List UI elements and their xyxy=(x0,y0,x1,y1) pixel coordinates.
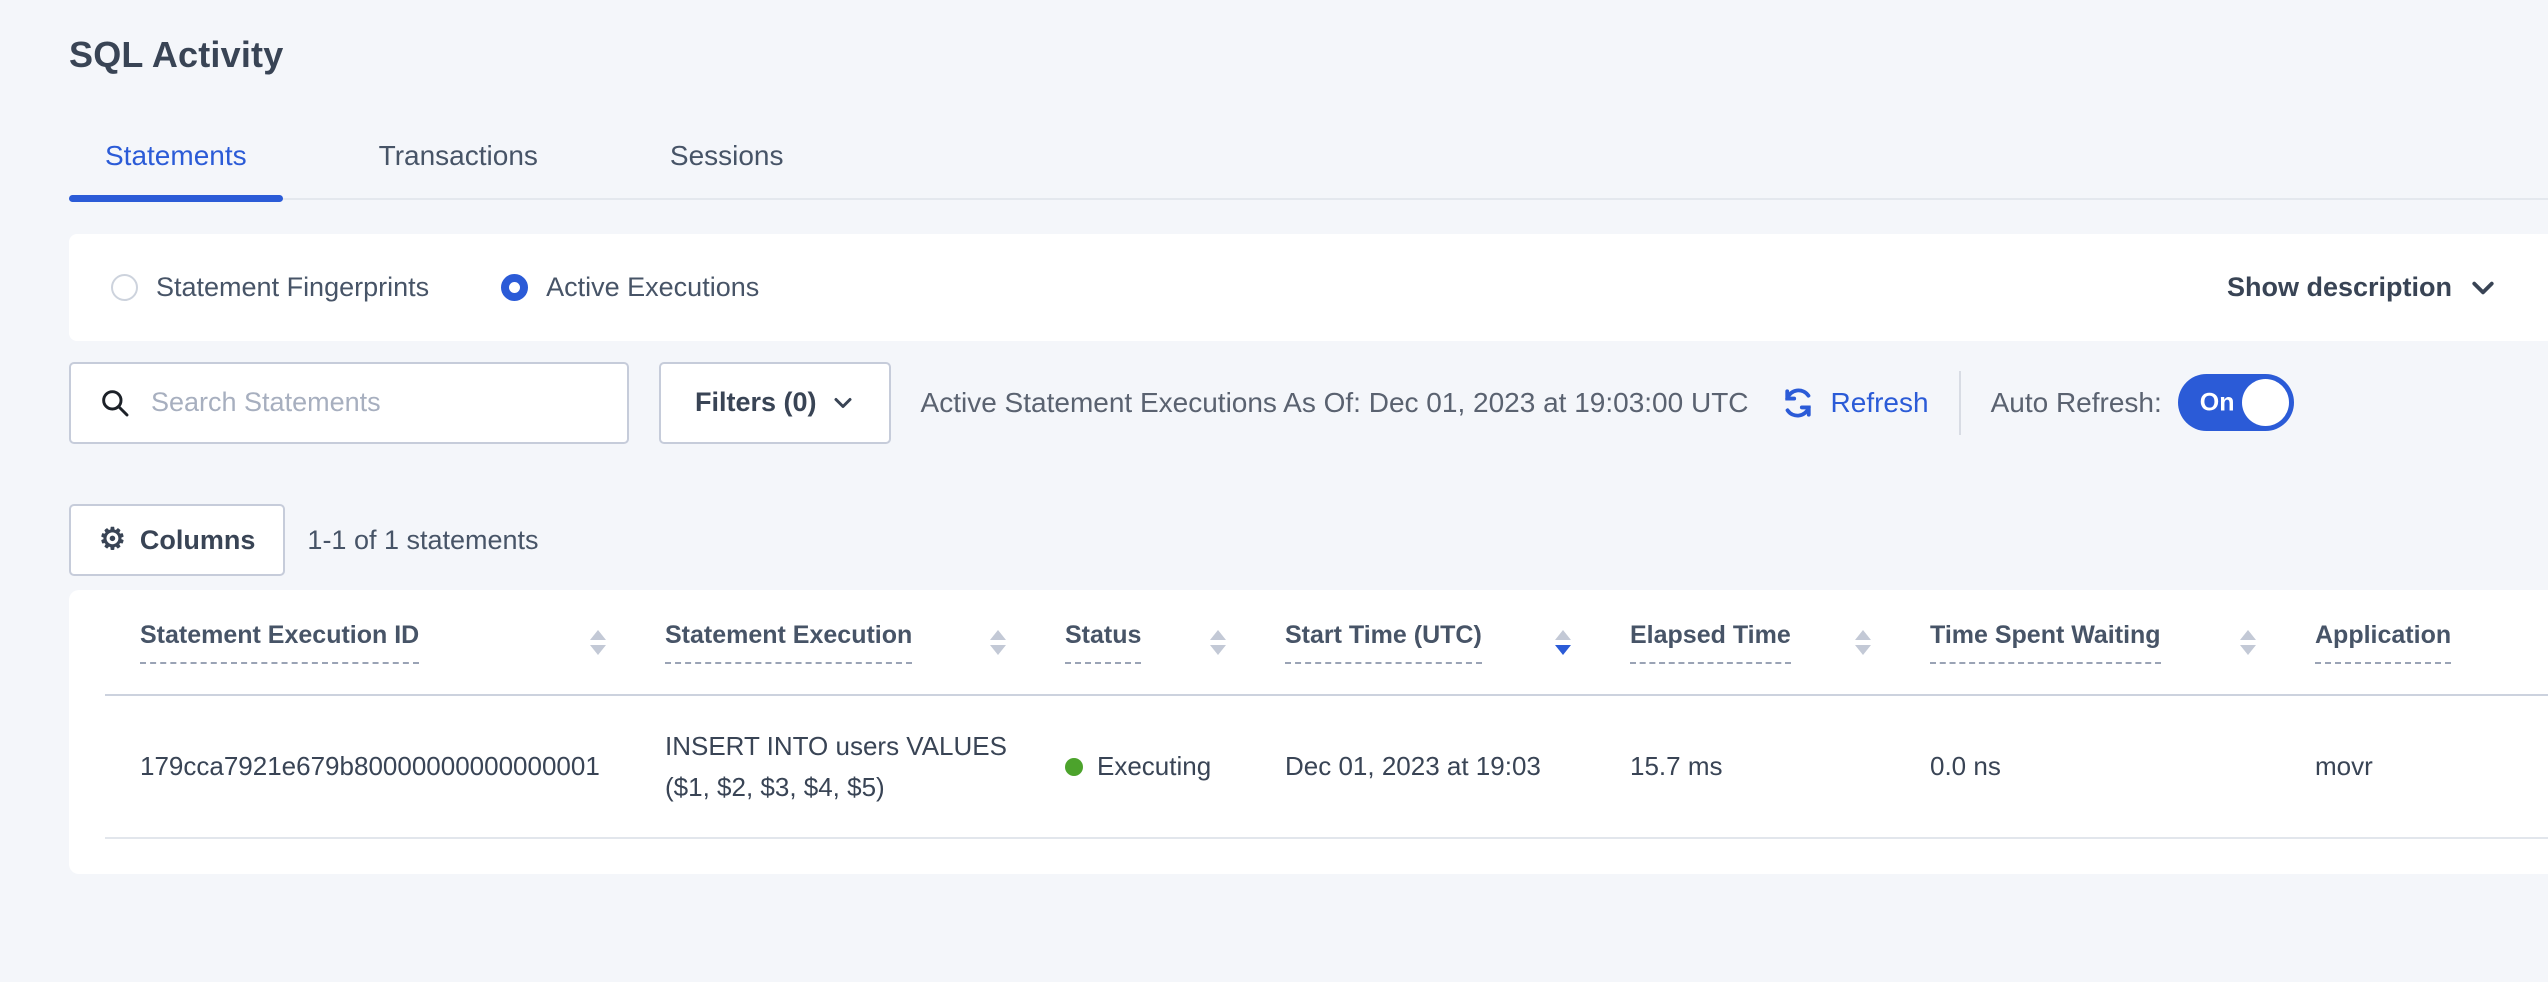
vertical-divider xyxy=(1959,371,1961,435)
show-description-label: Show description xyxy=(2227,272,2452,303)
sort-icon[interactable] xyxy=(1855,630,1871,655)
filters-label: Filters (0) xyxy=(695,387,817,418)
radio-label: Statement Fingerprints xyxy=(156,272,429,303)
table-header-row: Statement Execution ID Statement Executi… xyxy=(105,590,2548,696)
status-label: Executing xyxy=(1097,751,1211,782)
cell-start-time: Dec 01, 2023 at 19:03 xyxy=(1250,751,1595,782)
toggle-state-label: On xyxy=(2200,388,2235,417)
filters-button[interactable]: Filters (0) xyxy=(659,362,891,444)
sort-icon[interactable] xyxy=(2240,630,2256,655)
header-status[interactable]: Status xyxy=(1030,621,1250,664)
search-input[interactable] xyxy=(151,387,607,418)
refresh-icon xyxy=(1779,384,1817,422)
cell-application: movr xyxy=(2280,751,2548,782)
auto-refresh-label: Auto Refresh: xyxy=(1991,387,2162,419)
controls-row: Filters (0) Active Statement Executions … xyxy=(69,361,2548,444)
statements-table: Statement Execution ID Statement Executi… xyxy=(69,590,2548,874)
sort-icon-active-desc[interactable] xyxy=(1555,630,1571,655)
radio-statement-fingerprints[interactable]: Statement Fingerprints xyxy=(111,272,429,303)
tab-statements[interactable]: Statements xyxy=(69,140,283,198)
cell-status: Executing xyxy=(1030,751,1250,782)
search-box[interactable] xyxy=(69,362,629,444)
page-title: SQL Activity xyxy=(69,34,2548,76)
sort-icon[interactable] xyxy=(590,630,606,655)
tab-transactions[interactable]: Transactions xyxy=(343,140,574,198)
toggle-knob[interactable] xyxy=(2242,379,2289,426)
sort-icon[interactable] xyxy=(990,630,1006,655)
results-count: 1-1 of 1 statements xyxy=(307,525,538,556)
header-start-time[interactable]: Start Time (UTC) xyxy=(1250,621,1595,664)
header-statement-execution-id[interactable]: Statement Execution ID xyxy=(105,621,630,664)
cell-statement[interactable]: INSERT INTO users VALUES ($1, $2, $3, $4… xyxy=(630,726,1030,807)
header-application[interactable]: Application xyxy=(2280,621,2548,664)
sort-icon[interactable] xyxy=(1210,630,1226,655)
cell-time-spent-waiting: 0.0 ns xyxy=(1895,751,2280,782)
status-executing-dot-icon xyxy=(1065,758,1083,776)
header-statement-execution[interactable]: Statement Execution xyxy=(630,621,1030,664)
radio-unselected-icon[interactable] xyxy=(111,274,138,301)
sql-activity-page: SQL Activity Statements Transactions Ses… xyxy=(0,0,2548,982)
tab-sessions[interactable]: Sessions xyxy=(634,140,820,198)
chevron-down-icon xyxy=(2468,273,2498,303)
show-description-toggle[interactable]: Show description xyxy=(2227,272,2498,303)
radio-active-executions[interactable]: Active Executions xyxy=(501,272,759,303)
radio-selected-icon[interactable] xyxy=(501,274,528,301)
auto-refresh-toggle[interactable]: On xyxy=(2178,374,2294,431)
header-elapsed-time[interactable]: Elapsed Time xyxy=(1595,621,1895,664)
view-mode-card: Statement Fingerprints Active Executions… xyxy=(69,234,2548,341)
chevron-down-icon xyxy=(831,391,855,415)
refresh-button[interactable]: Refresh xyxy=(1779,384,1929,422)
table-toolbar: ⚙ Columns 1-1 of 1 statements xyxy=(69,504,2548,576)
tab-bar: Statements Transactions Sessions xyxy=(69,126,2548,200)
refresh-label: Refresh xyxy=(1831,387,1929,419)
columns-label: Columns xyxy=(140,525,256,556)
view-mode-radios: Statement Fingerprints Active Executions xyxy=(111,272,831,303)
radio-label: Active Executions xyxy=(546,272,759,303)
cell-execution-id[interactable]: 179cca7921e679b80000000000000001 xyxy=(105,751,630,782)
search-icon xyxy=(99,387,131,419)
gear-icon: ⚙ xyxy=(99,525,126,555)
cell-elapsed-time: 15.7 ms xyxy=(1595,751,1895,782)
table-row: 179cca7921e679b80000000000000001 INSERT … xyxy=(105,696,2548,839)
header-time-spent-waiting[interactable]: Time Spent Waiting xyxy=(1895,621,2280,664)
columns-button[interactable]: ⚙ Columns xyxy=(69,504,285,576)
as-of-timestamp: Active Statement Executions As Of: Dec 0… xyxy=(921,387,1749,419)
